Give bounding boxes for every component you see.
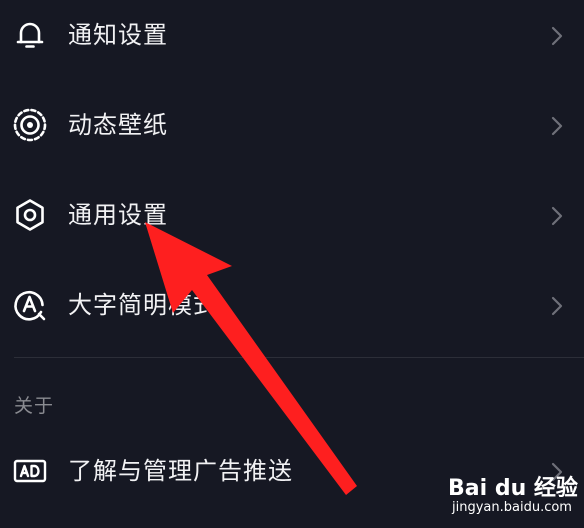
- gear-icon: [12, 197, 48, 233]
- menu-item-label: 通知设置: [68, 21, 168, 49]
- menu-item-label: 了解与管理广告推送: [68, 457, 293, 485]
- bell-icon: [12, 17, 48, 53]
- menu-item-label: 通用设置: [68, 201, 168, 229]
- menu-item-label: 动态壁纸: [68, 111, 168, 139]
- live-wallpaper-icon: [12, 107, 48, 143]
- chevron-right-icon: [548, 114, 566, 138]
- chevron-right-icon: [548, 204, 566, 228]
- watermark-brand: Bai du 经验: [448, 476, 578, 501]
- chevron-right-icon: [548, 24, 566, 48]
- menu-item-live-wallpaper[interactable]: 动态壁纸: [0, 80, 584, 170]
- section-divider: [14, 357, 584, 358]
- large-font-icon: [12, 287, 48, 323]
- baidu-jingyan-watermark: Bai du 经验 jingyan.baidu.com: [448, 466, 578, 524]
- ad-icon: [12, 453, 48, 489]
- menu-item-general-settings[interactable]: 通用设置: [0, 170, 584, 260]
- menu-item-large-font-mode[interactable]: 大字简明模式: [0, 260, 584, 350]
- menu-item-label: 大字简明模式: [68, 291, 218, 319]
- watermark-url: jingyan.baidu.com: [452, 500, 572, 515]
- section-title-about: 关于: [14, 395, 55, 417]
- menu-item-notification-settings[interactable]: 通知设置: [0, 0, 584, 80]
- chevron-right-icon: [548, 294, 566, 318]
